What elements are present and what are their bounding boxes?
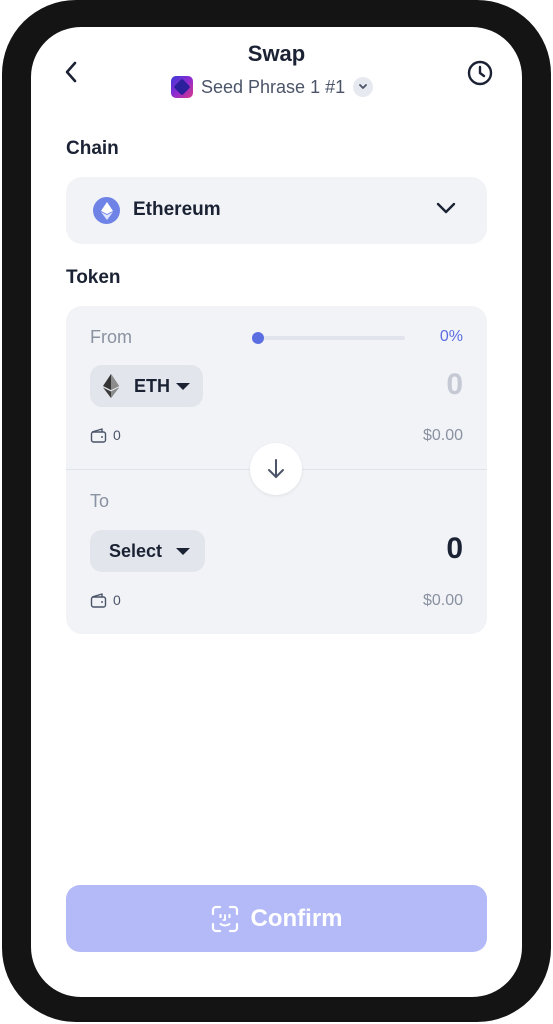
- chain-selector[interactable]: Ethereum: [66, 177, 487, 244]
- history-button[interactable]: [466, 59, 494, 87]
- clock-icon: [467, 60, 493, 86]
- from-amount-input[interactable]: 0: [446, 368, 463, 402]
- ethereum-icon: [103, 374, 119, 398]
- caret-down-icon: [176, 382, 190, 390]
- to-balance: 0: [90, 592, 121, 608]
- to-token-select-label: Select: [109, 540, 163, 561]
- token-section-label: Token: [66, 267, 121, 288]
- arrow-down-icon: [268, 459, 284, 478]
- from-token-symbol: ETH: [134, 375, 170, 396]
- swap-direction-button[interactable]: [250, 443, 302, 495]
- amount-percent-slider[interactable]: [252, 332, 405, 344]
- to-label: To: [90, 491, 110, 511]
- wallet-icon: [90, 592, 107, 608]
- wallet-name: Seed Phrase 1 #1: [201, 76, 346, 97]
- confirm-label: Confirm: [250, 904, 343, 932]
- from-balance: 0: [90, 427, 121, 443]
- device-frame: Swap Seed Phrase 1 #1 Chain Ethereum Tok…: [0, 0, 553, 1024]
- chain-section-label: Chain: [66, 138, 119, 159]
- face-id-icon: [211, 905, 238, 932]
- wallet-selector[interactable]: Seed Phrase 1 #1: [171, 74, 374, 100]
- caret-down-icon: [176, 547, 191, 555]
- from-token-selector[interactable]: ETH: [90, 365, 203, 407]
- chevron-down-icon: [353, 77, 374, 97]
- slider-handle[interactable]: [252, 332, 264, 344]
- to-balance-value: 0: [113, 592, 121, 608]
- swap-card: From 0% ETH 0 0 $0.00 To Select 0 0 $0.0…: [66, 306, 487, 634]
- app-screen: Swap Seed Phrase 1 #1 Chain Ethereum Tok…: [31, 27, 522, 997]
- wallet-avatar: [171, 76, 193, 98]
- to-usd-value: $0.00: [422, 592, 463, 609]
- chevron-down-icon: [435, 201, 457, 220]
- to-amount-value: 0: [446, 532, 463, 565]
- from-usd-value: $0.00: [422, 427, 463, 444]
- from-balance-value: 0: [113, 427, 121, 443]
- wallet-icon: [90, 427, 107, 443]
- from-label: From: [90, 327, 132, 347]
- confirm-button[interactable]: Confirm: [66, 885, 487, 952]
- percent-value: 0%: [439, 328, 463, 345]
- page-title: Swap: [247, 41, 306, 66]
- chain-name: Ethereum: [133, 199, 221, 220]
- ethereum-icon: [93, 197, 120, 224]
- to-token-selector[interactable]: Select: [90, 530, 205, 572]
